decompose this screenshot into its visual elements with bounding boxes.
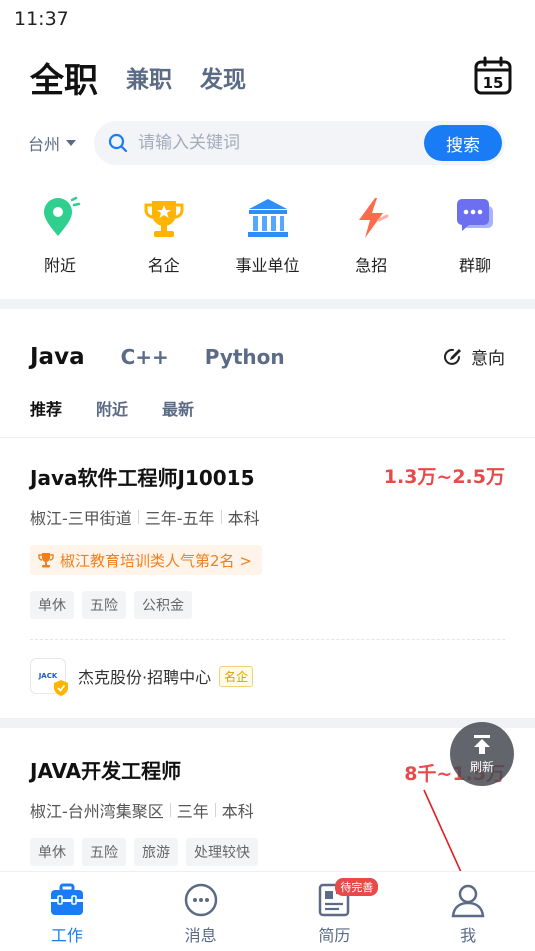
rank-text: 椒江教育培训类人气第2名 > [60,551,252,570]
job-experience: 三年 [176,802,209,821]
job-tag: 五险 [82,838,126,866]
job-location: 椒江-台州湾集聚区 [30,802,164,821]
sort-tabs: 推荐 附近 最新 [30,396,228,420]
verified-shield-icon [54,680,68,696]
job-education: 本科 [221,802,254,821]
tab-fulltime[interactable]: 全职 [30,53,98,102]
location-pin-icon [44,196,81,236]
job-tags: 单休 五险 旅游 处理较快 [30,838,505,866]
intent-button[interactable]: 意向 [443,344,505,369]
caret-down-icon [66,140,77,146]
quick-link-label: 名企 [147,256,180,275]
famous-company-badge: 名企 [219,665,254,687]
job-tag: 公积金 [134,591,192,619]
intent-label: 意向 [471,349,505,369]
job-meta: 椒江-三甲街道 三年-五年 本科 [30,505,505,529]
quick-link-label: 附近 [43,256,76,275]
tab-recommended[interactable]: 推荐 [30,396,62,420]
message-bubble-icon [184,883,217,917]
upload-arrow-icon [474,734,490,754]
nav-messages[interactable]: 消息 [156,882,246,946]
briefcase-icon [50,883,83,915]
refresh-label: 刷新 [469,759,494,774]
nav-work[interactable]: 工作 [22,882,112,946]
quick-link-famous[interactable]: 名企 [122,196,206,286]
search-button[interactable]: 搜索 [424,125,502,161]
meta-separator [220,510,222,524]
edit-icon [444,348,461,365]
tab-nearby[interactable]: 附近 [96,396,128,420]
nav-resume[interactable]: 待完善 简历 [289,878,379,946]
tab-python[interactable]: Python [205,345,285,369]
meta-separator [169,803,171,817]
divider-line [0,437,535,438]
status-bar: 11:37 [0,0,535,36]
job-tag: 单休 [30,591,74,619]
search-box[interactable]: 搜索 [94,121,505,165]
trophy-icon [144,201,184,237]
bank-building-icon [247,199,288,237]
company-logo-text: JACK [38,672,58,680]
quick-links: 附近 名企 事业单位 急招 群聊 [18,196,517,286]
company-name: 杰克股份·招聘中心 [78,668,212,687]
nav-label: 我 [460,926,477,945]
job-experience: 三年-五年 [144,509,215,528]
tab-parttime[interactable]: 兼职 [126,60,172,94]
job-tag: 五险 [82,591,126,619]
job-meta: 椒江-台州湾集聚区 三年 本科 [30,798,505,822]
trophy-icon [38,553,54,568]
refresh-button[interactable]: 刷新 [450,722,514,786]
quick-link-label: 事业单位 [235,256,300,275]
bottom-nav: 工作 消息 待完善 简历 我 [0,871,535,951]
meta-separator [214,803,216,817]
nav-label: 消息 [184,926,217,945]
nav-label: 工作 [50,926,83,945]
user-profile-icon [451,884,485,918]
job-card[interactable]: JAVA开发工程师 8千~1.5万 椒江-台州湾集聚区 三年 本科 单休 五险 … [30,755,505,866]
quick-link-nearby[interactable]: 附近 [18,196,102,286]
keyword-tabs: Java C++ Python 意向 [30,340,505,374]
job-tag: 旅游 [134,838,178,866]
company-logo: JACK [30,658,68,696]
job-tags: 单休 五险 公积金 [30,591,505,619]
company-row[interactable]: JACK 杰克股份·招聘中心 名企 [30,658,505,696]
nav-label: 简历 [318,926,351,945]
calendar-icon[interactable]: 15 [473,56,513,96]
status-time: 11:37 [14,8,69,30]
search-row: 台州 搜索 [28,120,505,166]
chat-bubble-icon [457,199,493,231]
job-salary: 1.3万~2.5万 [383,466,505,488]
job-tag: 处理较快 [186,838,258,866]
resume-pending-badge: 待完善 [335,878,379,896]
city-label: 台州 [28,135,61,154]
nav-me[interactable]: 我 [423,882,513,946]
quick-link-group-chat[interactable]: 群聊 [433,196,517,286]
quick-link-public-institution[interactable]: 事业单位 [226,196,310,286]
calendar-day: 15 [483,74,504,92]
quick-link-label: 急招 [355,256,388,275]
section-divider [0,718,535,728]
city-selector[interactable]: 台州 [28,131,94,155]
dashed-divider [30,639,505,640]
tab-latest[interactable]: 最新 [162,396,194,420]
job-card[interactable]: Java软件工程师J10015 1.3万~2.5万 椒江-三甲街道 三年-五年 … [30,462,505,696]
rank-badge[interactable]: 椒江教育培训类人气第2名 > [30,545,262,575]
job-tag: 单休 [30,838,74,866]
search-input[interactable] [138,133,388,153]
quick-link-urgent[interactable]: 急招 [329,196,413,286]
lightning-icon [359,198,389,238]
section-divider [0,299,535,309]
top-tabs: 全职 兼职 发现 15 [30,52,513,102]
tab-java[interactable]: Java [30,344,85,370]
tab-cpp[interactable]: C++ [121,345,169,369]
meta-separator [137,510,139,524]
tab-discover[interactable]: 发现 [200,60,246,94]
search-icon [108,133,128,153]
quick-link-label: 群聊 [458,256,491,275]
job-location: 椒江-三甲街道 [30,509,132,528]
job-education: 本科 [227,509,260,528]
